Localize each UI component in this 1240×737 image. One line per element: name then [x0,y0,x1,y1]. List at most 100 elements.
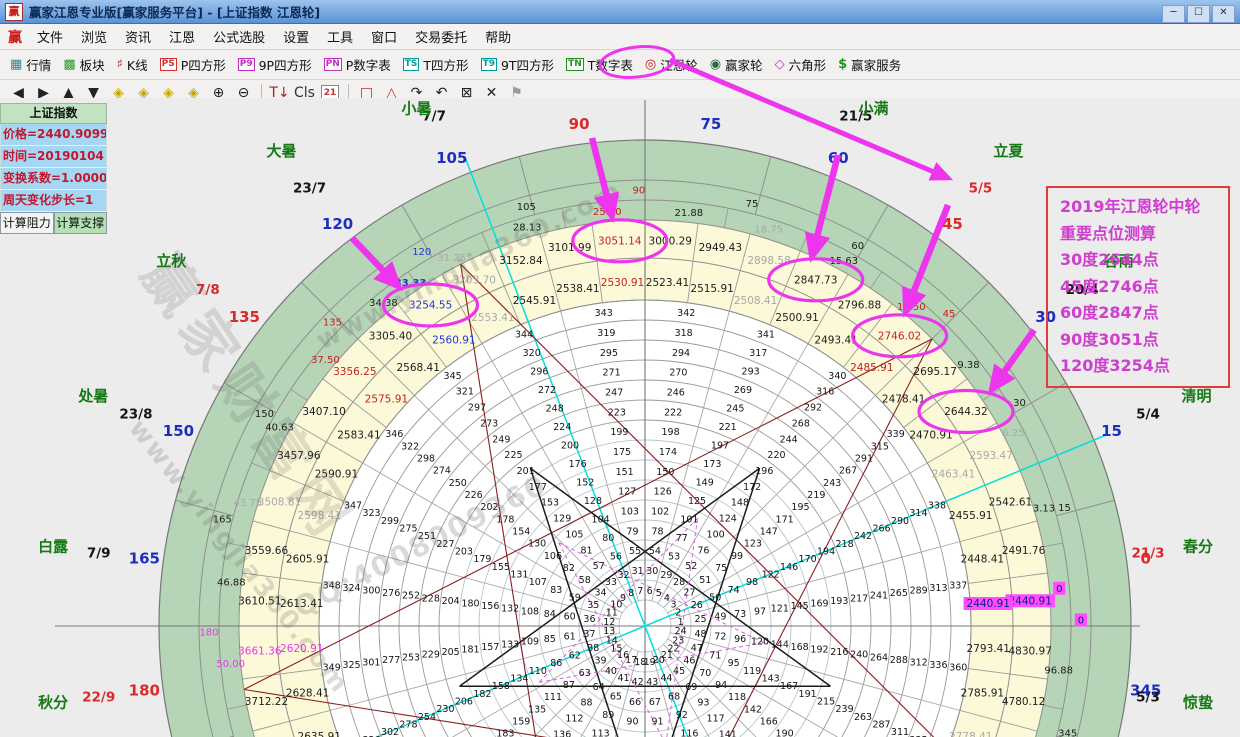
spiral-number: 31 [632,566,644,577]
spiral-number: 116 [680,729,698,737]
spiral-number: 61 [564,631,576,642]
minimize-button[interactable]: ─ [1162,5,1185,23]
outer-degree-label: 75 [700,115,721,133]
toolbar-button-winner-service[interactable]: $赢家服务 [832,53,907,76]
menu-item-江恩[interactable]: 江恩 [160,24,204,49]
toolbar-button-9p-square[interactable]: P99P四方形 [232,53,318,76]
spiral-number: 67 [649,697,661,708]
calendar-date-label: 21/3 [1131,546,1164,562]
price-inner-label: 2508.41 [734,295,777,307]
toolbar-button-p-table[interactable]: PNP数字表 [318,53,397,76]
menu-item-资讯[interactable]: 资讯 [116,24,160,49]
menu-item-文件[interactable]: 文件 [28,24,72,49]
degree-label: 45 [943,309,956,320]
spiral-number: 174 [659,447,677,458]
toolbar-button-sectors[interactable]: ▩板块 [57,53,110,76]
menu-items: 文件浏览资讯江恩公式选股设置工具窗口交易委托帮助 [28,24,520,49]
spiral-number: 88 [581,698,593,709]
spiral-number: 301 [362,658,380,669]
spiral-number: 53 [668,551,680,562]
note-line: 30度2644点 [1060,247,1228,274]
spiral-number: 35 [587,600,599,611]
spiral-number: 175 [613,447,631,458]
spiral-number: 288 [890,655,908,666]
degree-label: 30 [1013,398,1026,409]
menu-item-设置[interactable]: 设置 [274,24,318,49]
menu-item-帮助[interactable]: 帮助 [476,24,520,49]
spiral-number: 126 [654,487,672,498]
toolbar-button-winner-wheel[interactable]: ◉赢家轮 [704,53,769,76]
spiral-number: 34 [595,587,607,598]
toolbar-button-gann-wheel[interactable]: ◎江恩轮 [639,53,704,76]
spiral-number: 180 [461,599,479,610]
spiral-number: 90 [626,717,638,728]
toolbar-button-quotes[interactable]: ▦行情 [4,53,57,76]
spiral-number: 181 [461,644,479,655]
spiral-number: 135 [528,704,546,715]
spiral-number: 297 [468,403,486,414]
spiral-number: 132 [501,604,519,615]
gann-wheel-label: 江恩轮 [660,55,698,74]
calendar-date-label: 5/3 [1136,689,1160,705]
calc-support-button[interactable]: 计算支撑 [54,212,108,234]
spiral-number: 199 [610,427,628,438]
quotes-icon: ▦ [10,58,22,71]
spiral-number: 97 [754,606,766,617]
spiral-number: 277 [382,655,400,666]
spiral-number: 167 [780,681,798,692]
spiral-number: 66 [629,697,641,708]
toolbar-button-t-table[interactable]: TNT数字表 [560,53,639,76]
toolbar-button-9t-square[interactable]: T99T四方形 [475,53,561,76]
spiral-number: 298 [417,453,435,464]
spiral-number: 229 [422,650,440,661]
price-inner-label: 2500.91 [775,312,818,324]
spiral-number: 290 [891,516,909,527]
maximize-button[interactable]: ☐ [1187,5,1210,23]
spiral-number: 64 [593,682,605,693]
hexagon-icon: ◇ [775,58,785,71]
spiral-number: 152 [576,477,594,488]
calc-resistance-button[interactable]: 计算阻力 [0,212,54,234]
spiral-number: 136 [553,729,571,737]
spiral-number: 26 [691,600,703,611]
spiral-number: 169 [810,599,828,610]
menu-item-浏览[interactable]: 浏览 [72,24,116,49]
spiral-number: 320 [523,348,541,359]
spiral-number: 8 [628,588,634,599]
spiral-number: 65 [610,692,622,703]
spiral-number: 60 [564,612,576,623]
9p-square-badge-icon: P9 [238,58,255,71]
menu-item-工具[interactable]: 工具 [318,24,362,49]
spiral-number: 117 [707,714,725,725]
price-inner-label: 2523.41 [646,277,689,289]
spiral-number: 191 [799,689,817,700]
price-outer-label: 2949.43 [699,242,742,254]
spiral-number: 278 [399,719,417,730]
spiral-number: 273 [480,418,498,429]
menu-item-窗口[interactable]: 窗口 [362,24,406,49]
menu-item-公式选股[interactable]: 公式选股 [204,24,274,49]
spiral-number: 73 [734,609,746,620]
percent-label: 0 [1056,584,1062,595]
menu-item-交易委托[interactable]: 交易委托 [406,24,476,49]
toolbar-button-p-square[interactable]: PSP四方形 [154,53,232,76]
spiral-number: 339 [887,429,905,440]
spiral-number: 103 [621,506,639,517]
toolbar-button-t-square[interactable]: TST四方形 [397,53,475,76]
note-line: 60度2847点 [1060,300,1228,327]
spiral-number: 240 [850,650,868,661]
toolbar-button-kline[interactable]: ♯K线 [111,53,154,76]
spiral-number: 108 [521,606,539,617]
spiral-number: 294 [672,348,690,359]
spiral-number: 74 [728,585,740,596]
close-button[interactable]: ✕ [1212,5,1235,23]
spiral-number: 176 [569,459,587,470]
spiral-number: 4 [664,593,670,604]
spiral-number: 225 [504,450,522,461]
toolbar-button-hexagon[interactable]: ◇六角形 [769,53,833,76]
spiral-number: 219 [807,490,825,501]
spiral-number: 223 [608,407,626,418]
spiral-number: 54 [649,546,661,557]
spiral-number: 55 [629,546,641,557]
spiral-number: 87 [563,680,575,691]
